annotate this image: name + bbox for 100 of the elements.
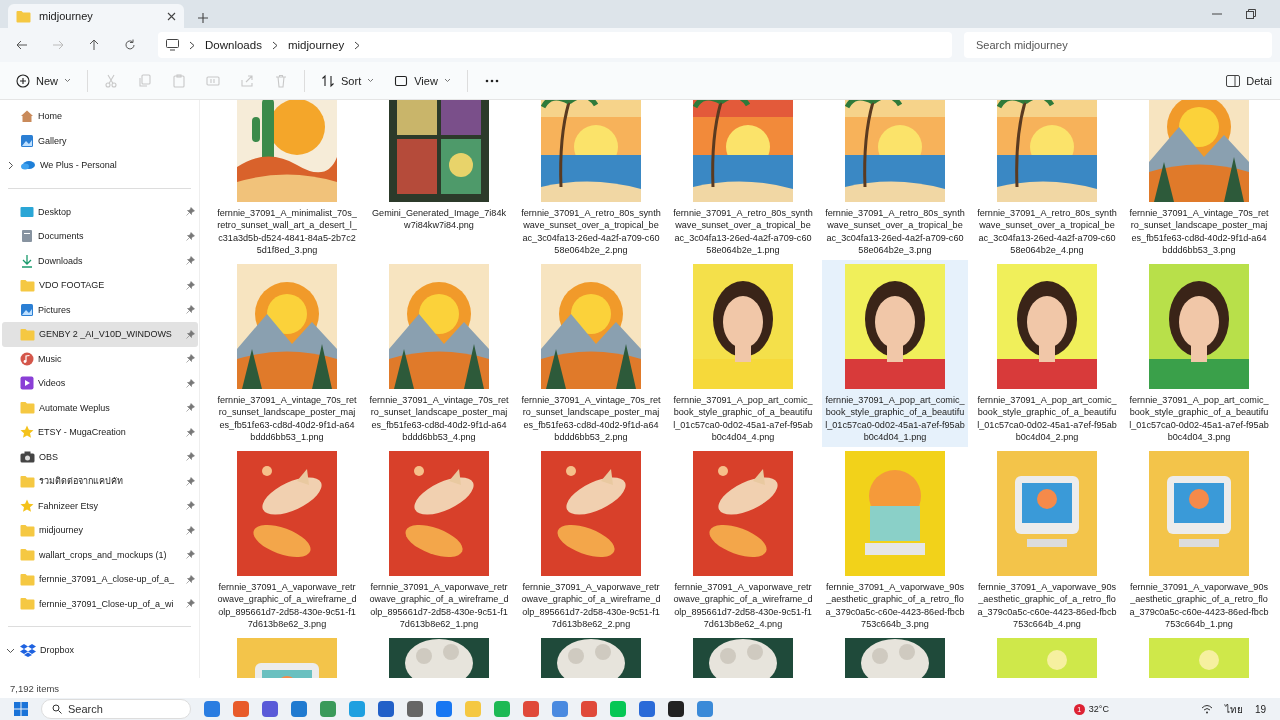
folder-icon [20, 401, 35, 415]
home-icon [20, 109, 34, 124]
app-icon[interactable] [407, 701, 423, 717]
sidebar-item[interactable]: VDO FOOTAGE [2, 273, 198, 298]
plus-icon[interactable] [198, 13, 208, 23]
view-button[interactable]: View [386, 69, 459, 92]
file-tile[interactable]: fernnie_37091_A_retro_80s_synthwave_sunset_over_a_tropical_beac_3c04fa13-26ed-4a2f-a709-c6058e064b2e_1.png [670, 100, 816, 260]
breadcrumb[interactable]: midjourney [287, 39, 345, 51]
pin-icon[interactable] [186, 427, 195, 437]
scissors-icon [104, 73, 118, 88]
sidebar-item[interactable]: Fahnizeer Etsy [2, 493, 198, 518]
pin-icon[interactable] [186, 574, 195, 584]
temperature[interactable]: 32°C [1088, 704, 1109, 714]
breadcrumb[interactable]: Downloads [205, 39, 262, 51]
pin-icon[interactable] [186, 599, 195, 609]
file-tile[interactable]: fernnie_37091_A_vaporwave_90s_aesthetic_graphic_of_a_retro_floa_379c0a5c-c60e-4423-86ed-fbcb753c664b_3.png [822, 447, 968, 634]
back-arrow-icon[interactable] [16, 39, 28, 51]
pin-icon[interactable] [186, 231, 195, 241]
sidebar-item[interactable]: We Plus - Personal [2, 153, 198, 178]
sort-button[interactable]: Sort [313, 69, 383, 92]
file-tile[interactable]: fernnie_37091_A_vaporwave_retrowave_graphic_of_a_wireframe_dolp_895661d7-2d58-430e-9c51-f17d613b8e62_2.png [518, 447, 664, 634]
item-count: 7,192 items [10, 682, 60, 694]
sidebar-item[interactable]: GENBY 2 _AI_V10D_WINDOWS [2, 322, 198, 347]
app-icon[interactable] [378, 701, 394, 717]
file-tile[interactable]: fernnie_37091_A_vaporwave_90s_aesthetic_graphic_of_a_retro_floa_379c0a5c-c60e-4423-86ed-fbcb753c664b_4.png [974, 447, 1120, 634]
file-tile[interactable]: fernnie_37091_A_minimalist_70s_retro_sunset_wall_art_a_desert_l_c31a3d5b-d524-4841-84a5-2b7c25d1f8ed_3.png [214, 100, 360, 260]
file-tile[interactable]: fernnie_37091_A_retro_80s_synthwave_sunset_over_a_tropical_beac_3c04fa13-26ed-4a2f-a709-c6058e064b2e_4.png [974, 100, 1120, 260]
chevron-icon[interactable] [189, 40, 195, 50]
file-tile[interactable]: fernnie_37091_A_vaporwave_90s_aesthetic_graphic_of_a_retro_floa_379c0a5c-c60e-4423-86ed-fbcb753c664b_1.png [1126, 447, 1272, 634]
chevron-icon[interactable] [6, 160, 15, 170]
sidebar-item[interactable]: Desktop [2, 199, 198, 224]
sidebar-item[interactable]: OBS [2, 444, 198, 469]
sidebar-item[interactable]: Dropbox [2, 638, 198, 663]
rename-icon [206, 73, 220, 88]
pin-icon[interactable] [186, 452, 195, 462]
sidebar-item[interactable]: Home [2, 104, 198, 129]
file-tile[interactable]: fernnie_37091_A_vintage_70s_retro_sunset_landscape_poster_majes_fb51fe63-cd8d-40d2-9f1d-a64bddd6bb53_3.png [1126, 100, 1272, 260]
refresh-icon[interactable] [124, 39, 136, 51]
folder-icon [20, 597, 35, 611]
clipboard-icon [172, 73, 186, 88]
pin-icon[interactable] [186, 280, 195, 290]
copy-icon [138, 73, 152, 88]
close-icon[interactable] [167, 11, 176, 21]
pin-icon[interactable] [186, 207, 195, 217]
file-tile[interactable]: fernnie_37091_A_retro_80s_synthwave_sunset_over_a_tropical_beac_3c04fa13-26ed-4a2f-a709-c6058e064b2e_2.png [518, 100, 664, 260]
caret-icon [367, 78, 375, 83]
chevron-icon[interactable] [354, 40, 361, 50]
file-tile[interactable]: fernnie_37091_A_vintage_70s_retro_sunset_landscape_poster_majes_fb51fe63-cd8d-40d2-9f1d-a64bddd6bb53_4.png [366, 260, 512, 447]
file-tile[interactable]: Gemini_Generated_Image_7i84kw7i84kw7i84.png [366, 100, 512, 260]
sidebar-item[interactable]: Gallery [2, 128, 198, 153]
sidebar-item[interactable]: Music [2, 346, 198, 371]
pin-icon[interactable] [186, 256, 195, 266]
sidebar-item[interactable]: Pictures [2, 297, 198, 322]
sidebar-item[interactable]: fernnie_37091_A_close-up_of_a_ [2, 567, 198, 592]
file-tile[interactable]: fernnie_37091_A_pop_art_comic_book_style_graphic_of_a_beautiful_01c57ca0-0d02-45a1-a7ef-f95abb0c4d04_1.png [822, 260, 968, 447]
file-tile[interactable]: fernnie_37091_A_retro_80s_synthwave_sunset_over_a_tropical_beac_3c04fa13-26ed-4a2f-a709-c6058e064b2e_3.png [822, 100, 968, 260]
sidebar-item[interactable]: Documents [2, 224, 198, 249]
search-field[interactable]: Search midjourney [964, 32, 1272, 58]
music-icon [20, 351, 34, 366]
trash-icon [274, 73, 288, 88]
pin-icon[interactable] [186, 550, 195, 560]
pin-icon[interactable] [186, 329, 195, 339]
sidebar-item[interactable]: Automate Weplus [2, 395, 198, 420]
clock[interactable]: 19 [1254, 703, 1266, 715]
taskbar-search-field[interactable]: Search [41, 699, 191, 719]
file-tile[interactable]: fernnie_37091_A_vaporwave_retrowave_graphic_of_a_wireframe_dolp_895661d7-2d58-430e-9c51-f17d613b8e62_3.png [214, 447, 360, 634]
file-tile[interactable]: fernnie_37091_A_pop_art_comic_book_style_graphic_of_a_beautiful_01c57ca0-0d02-45a1-a7ef-f95abb0c4d04_4.png [670, 260, 816, 447]
file-tile[interactable]: fernnie_37091_A_vaporwave_retrowave_graphic_of_a_wireframe_dolp_895661d7-2d58-430e-9c51-f17d613b8e62_1.png [366, 447, 512, 634]
star-icon [20, 425, 34, 440]
sidebar-item[interactable]: wallart_crops_and_mockups (1) [2, 542, 198, 567]
file-tile[interactable]: fernnie_37091_A_vintage_70s_retro_sunset_landscape_poster_majes_fb51fe63-cd8d-40d2-9f1d-a64bddd6bb53_2.png [518, 260, 664, 447]
file-tile[interactable]: fernnie_37091_A_pop_art_comic_book_style_graphic_of_a_beautiful_01c57ca0-0d02-45a1-a7ef-f95abb0c4d04_2.png [974, 260, 1120, 447]
restore-icon[interactable] [1246, 9, 1256, 19]
windows-logo-icon[interactable] [14, 702, 28, 716]
pin-icon[interactable] [186, 403, 195, 413]
pin-icon[interactable] [186, 476, 195, 486]
sidebar-item[interactable]: Videos [2, 371, 198, 396]
new-button[interactable]: New [8, 69, 79, 92]
view-icon [394, 73, 409, 88]
file-tile[interactable]: fernnie_37091_A_vaporwave_retrowave_graphic_of_a_wireframe_dolp_895661d7-2d58-430e-9c51-f17d613b8e62_4.png [670, 447, 816, 634]
up-arrow-icon[interactable] [88, 39, 100, 51]
language-indicator[interactable]: ไทย [1224, 701, 1243, 717]
sidebar-item[interactable]: fernnie_37091_Close-up_of_a_wi [2, 591, 198, 616]
sidebar-item[interactable]: midjourney [2, 518, 198, 543]
pin-icon[interactable] [186, 501, 195, 511]
sidebar-item[interactable]: ETSY - MugaCreation [2, 420, 198, 445]
sidebar-item[interactable]: Downloads [2, 248, 198, 273]
file-tile[interactable]: fernnie_37091_A_vintage_70s_retro_sunset_landscape_poster_majes_fb51fe63-cd8d-40d2-9f1d-a64bddd6bb53_1.png [214, 260, 360, 447]
chevron-icon[interactable] [271, 40, 278, 50]
pin-icon[interactable] [186, 525, 195, 535]
monitor-icon[interactable] [166, 39, 179, 51]
desktop-icon [20, 204, 34, 219]
pin-icon[interactable] [186, 354, 195, 364]
sidebar-item[interactable]: รวมติดต่อจากแคปคัท [2, 469, 198, 494]
file-tile[interactable]: fernnie_37091_A_pop_art_comic_book_style_graphic_of_a_beautiful_01c57ca0-0d02-45a1-a7ef-f95abb0c4d04_3.png [1126, 260, 1272, 447]
camera-icon [20, 450, 35, 463]
pin-icon[interactable] [186, 305, 195, 315]
details-button[interactable]: Detai [1226, 74, 1272, 87]
pin-icon[interactable] [186, 378, 195, 388]
app-icon[interactable] [668, 701, 684, 717]
